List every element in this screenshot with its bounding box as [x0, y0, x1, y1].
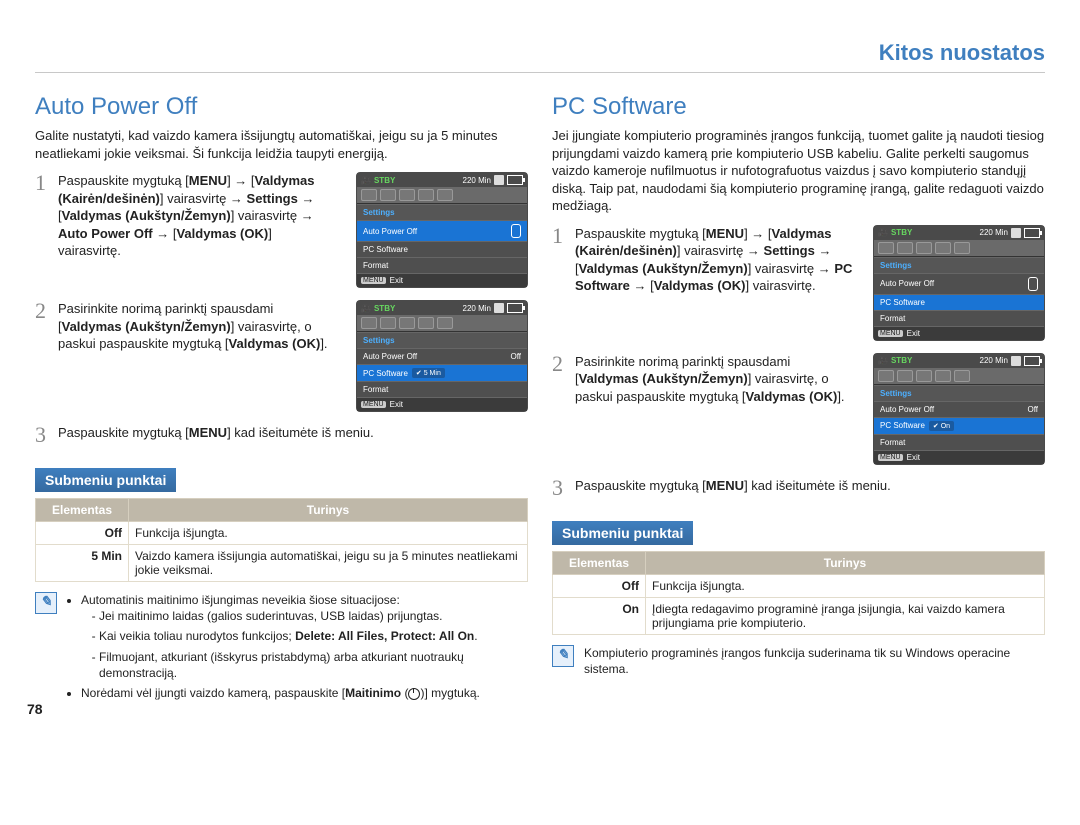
submenu-table-pcsw: ElementasTurinys OffFunkcija išjungta. O…	[552, 551, 1045, 635]
sd-icon	[1011, 356, 1021, 366]
table-row: 5 MinVaizdo kamera išsijungia automatišk…	[36, 545, 528, 582]
step-number: 2	[35, 300, 46, 412]
battery-icon	[1024, 356, 1040, 366]
camera-icon: 🎥	[361, 176, 371, 185]
step-number: 3	[35, 424, 46, 446]
heading-pc-software: PC Software	[552, 93, 1045, 121]
power-icon	[408, 688, 420, 700]
submenu-heading-pcsw: Submeniu punktai	[552, 521, 693, 545]
camera-screen-apo-1: 🎥STBY220 Min Settings Auto Power Off PC …	[356, 172, 528, 288]
sd-icon	[494, 175, 504, 185]
note-icon: ✎	[35, 592, 57, 705]
scroll-icon	[1028, 277, 1038, 291]
step-number: 3	[552, 477, 563, 499]
camera-icon: 🎥	[878, 228, 888, 237]
battery-icon	[507, 303, 523, 313]
page-number: 78	[27, 701, 43, 717]
intro-apo: Galite nustatyti, kad vaizdo kamera išsi…	[35, 127, 528, 162]
step-1-pcsw: Paspauskite mygtuką [MENU] → [Valdymas (…	[575, 225, 853, 341]
step-2-apo: Pasirinkite norimą parinktį spausdami [V…	[58, 300, 336, 412]
camera-icon: 🎥	[878, 356, 888, 365]
scroll-icon	[511, 224, 521, 238]
step-1-apo: Paspauskite mygtuką [MENU] → [Valdymas (…	[58, 172, 336, 288]
table-row: OnĮdiegta redagavimo programinė įranga į…	[553, 597, 1045, 634]
heading-auto-power-off: Auto Power Off	[35, 93, 528, 121]
camera-icon: 🎥	[361, 304, 371, 313]
table-row: OffFunkcija išjungta.	[553, 574, 1045, 597]
step-number: 1	[552, 225, 563, 341]
step-2-pcsw: Pasirinkite norimą parinktį spausdami [V…	[575, 353, 853, 465]
table-row: OffFunkcija išjungta.	[36, 522, 528, 545]
submenu-heading-apo: Submeniu punktai	[35, 468, 176, 492]
note-pcsw: Kompiuterio programinės įrangos funkcija…	[584, 645, 1045, 677]
running-head: Kitos nuostatos	[35, 40, 1045, 73]
sd-icon	[494, 303, 504, 313]
col-pc-software: PC Software Jei įjungiate kompiuterio pr…	[552, 93, 1045, 705]
battery-icon	[1024, 228, 1040, 238]
submenu-table-apo: ElementasTurinys OffFunkcija išjungta. 5…	[35, 498, 528, 582]
note-apo: Automatinis maitinimo išjungimas neveiki…	[67, 592, 528, 705]
camera-screen-apo-2: 🎥STBY220 Min Settings Auto Power OffOff …	[356, 300, 528, 412]
step-3-apo: Paspauskite mygtuką [MENU] kad išeitumėt…	[58, 424, 528, 446]
camera-screen-pcsw-1: 🎥STBY220 Min Settings Auto Power Off PC …	[873, 225, 1045, 341]
intro-pcsw: Jei įjungiate kompiuterio programinės įr…	[552, 127, 1045, 215]
col-auto-power-off: Auto Power Off Galite nustatyti, kad vai…	[35, 93, 528, 705]
sd-icon	[1011, 228, 1021, 238]
step-number: 1	[35, 172, 46, 288]
step-number: 2	[552, 353, 563, 465]
step-3-pcsw: Paspauskite mygtuką [MENU] kad išeitumėt…	[575, 477, 1045, 499]
camera-screen-pcsw-2: 🎥STBY220 Min Settings Auto Power OffOff …	[873, 353, 1045, 465]
battery-icon	[507, 175, 523, 185]
note-icon: ✎	[552, 645, 574, 677]
